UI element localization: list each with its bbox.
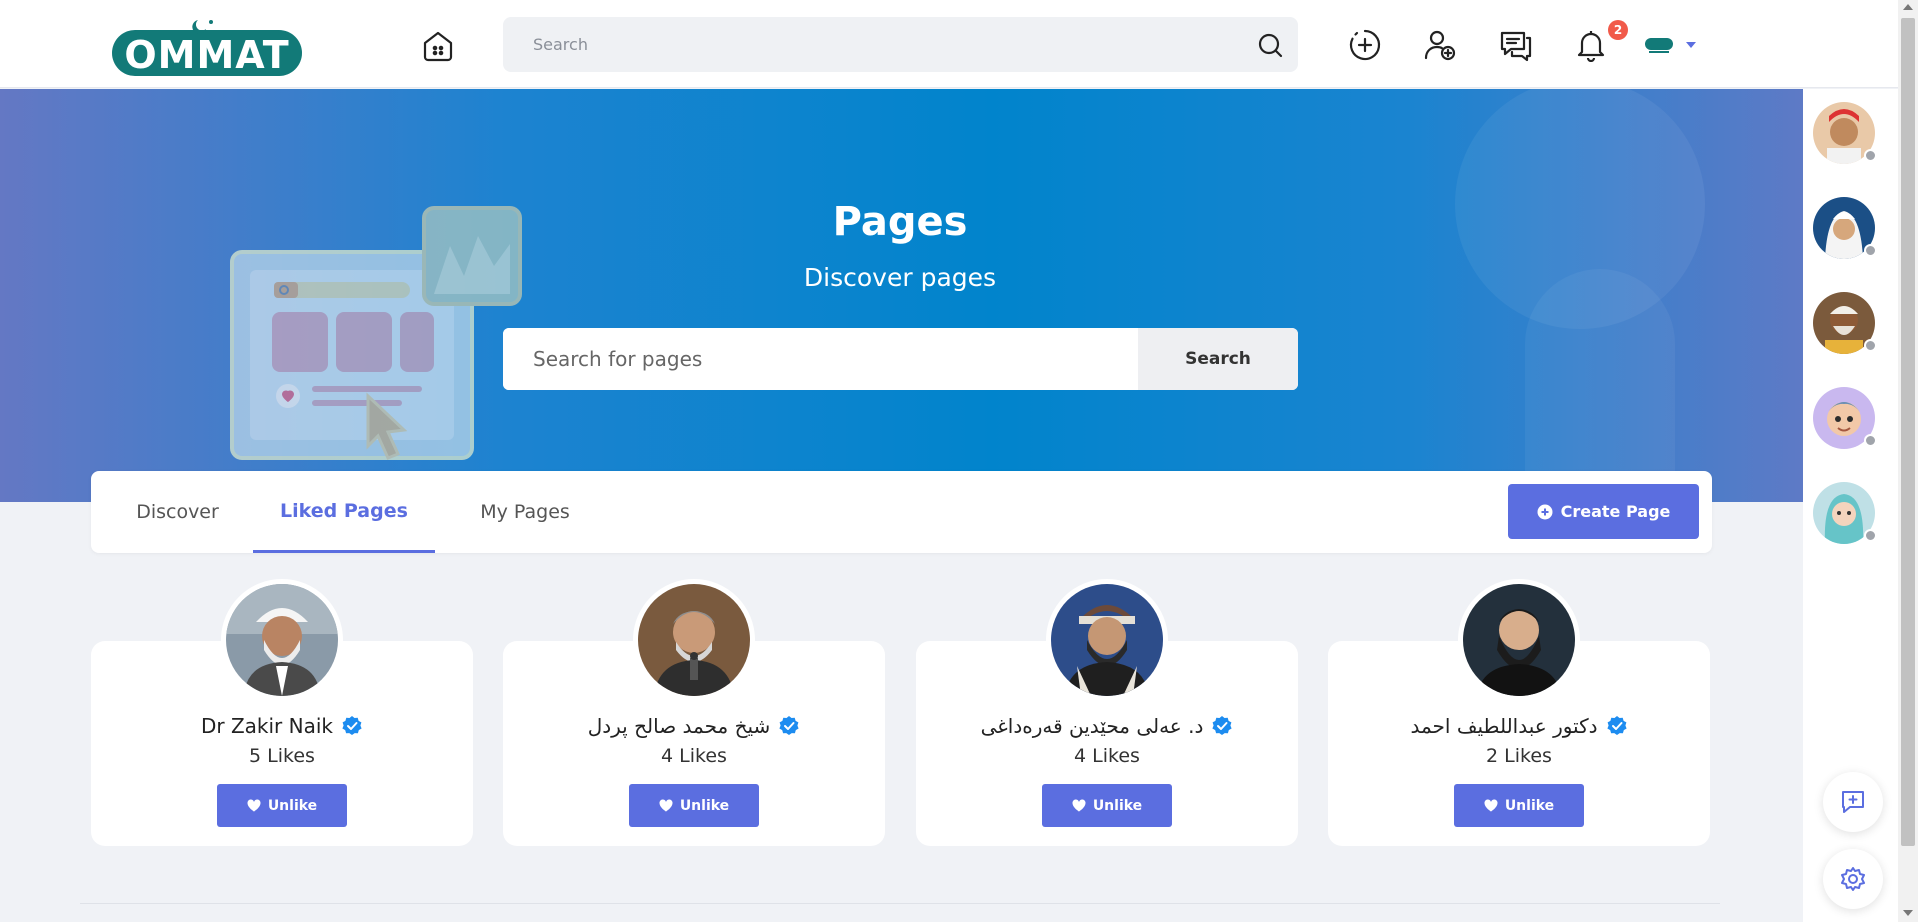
plus-circle-icon <box>1537 504 1553 519</box>
svg-text:OMMAT: OMMAT <box>124 33 289 77</box>
verified-badge-icon <box>1606 716 1627 735</box>
search-icon[interactable] <box>1256 31 1284 59</box>
tab-liked-pages[interactable]: Liked Pages <box>253 471 435 553</box>
offline-status-dot <box>1864 339 1877 352</box>
verified-badge-icon <box>779 716 799 735</box>
page-name[interactable]: شیخ محمد صالح پردل <box>588 714 771 738</box>
page-subtitle: Discover pages <box>803 263 997 292</box>
chat-plus-icon <box>1842 791 1864 813</box>
pages-search-input[interactable] <box>503 328 1138 390</box>
footer-divider <box>80 903 1720 904</box>
pages-illustration <box>228 206 528 466</box>
top-header: OMMAT Search 2 <box>0 0 1898 88</box>
home-icon[interactable] <box>418 26 458 66</box>
contact-avatar[interactable] <box>1813 482 1877 544</box>
page-avatar[interactable] <box>633 579 755 701</box>
contact-avatar[interactable] <box>1813 292 1877 354</box>
unlike-button[interactable]: Unlike <box>1042 784 1172 827</box>
page-likes: 4 Likes <box>1074 745 1140 767</box>
page-avatar[interactable] <box>1046 579 1168 701</box>
contact-avatar[interactable] <box>1813 197 1877 259</box>
header-search-box[interactable] <box>503 17 1298 72</box>
offline-status-dot <box>1864 434 1877 447</box>
chevron-down-icon[interactable] <box>1686 42 1696 48</box>
unlike-label: Unlike <box>1092 797 1143 814</box>
scroll-up-arrow[interactable] <box>1903 4 1913 10</box>
new-chat-button[interactable] <box>1823 772 1883 832</box>
ommat-logo[interactable]: OMMAT <box>110 16 304 78</box>
create-post-icon[interactable] <box>1345 25 1385 65</box>
unlike-button[interactable]: Unlike <box>217 784 347 827</box>
page-name-row[interactable]: Dr Zakir Naik <box>91 714 473 738</box>
page-name-row[interactable]: دکتور عبداللطیف احمد <box>1328 714 1710 738</box>
page-name[interactable]: د. عەلی محێدین قەرەداغی <box>981 714 1204 738</box>
heart-icon <box>659 799 673 812</box>
pages-tabs-bar: Discover Liked Pages My Pages Create Pag… <box>91 471 1712 553</box>
messages-icon[interactable] <box>1496 25 1536 65</box>
header-search-input[interactable] <box>503 17 1298 72</box>
decorative-shape <box>1525 269 1675 502</box>
hero-banner: Pages Discover pages Search <box>0 89 1803 502</box>
offline-status-dot <box>1864 244 1877 257</box>
page-likes: 4 Likes <box>661 745 727 767</box>
unlike-label: Unlike <box>679 797 730 814</box>
offline-status-dot <box>1864 529 1877 542</box>
user-avatar <box>1645 38 1673 53</box>
settings-button[interactable] <box>1823 849 1883 909</box>
create-page-label: Create Page <box>1560 502 1671 521</box>
unlike-button[interactable]: Unlike <box>629 784 759 827</box>
page-name-row[interactable]: شیخ محمد صالح پردل <box>503 714 885 738</box>
page-avatar[interactable] <box>1458 579 1580 701</box>
heart-icon <box>1484 799 1498 812</box>
heart-icon <box>1072 799 1086 812</box>
scroll-down-arrow[interactable] <box>1903 910 1913 916</box>
add-friend-icon[interactable] <box>1420 25 1460 65</box>
verified-badge-icon <box>342 716 362 735</box>
scrollbar-thumb[interactable] <box>1901 18 1915 846</box>
page-name-row[interactable]: د. عەلی محێدین قەرەداغی <box>916 714 1298 738</box>
offline-status-dot <box>1864 149 1877 162</box>
notifications-badge: 2 <box>1608 20 1628 40</box>
gear-icon <box>1841 867 1865 891</box>
unlike-label: Unlike <box>267 797 318 814</box>
page-name[interactable]: Dr Zakir Naik <box>201 714 333 738</box>
user-menu[interactable] <box>1644 30 1700 60</box>
page-title: Pages <box>832 199 968 245</box>
heart-icon <box>247 799 261 812</box>
page-avatar[interactable] <box>221 579 343 701</box>
tab-discover[interactable]: Discover <box>91 471 264 553</box>
unlike-button[interactable]: Unlike <box>1454 784 1584 827</box>
verified-badge-icon <box>1212 716 1232 735</box>
page-likes: 5 Likes <box>249 745 315 767</box>
tab-my-pages[interactable]: My Pages <box>445 471 605 553</box>
pages-search-button[interactable]: Search <box>1138 328 1298 390</box>
page-name[interactable]: دکتور عبداللطیف احمد <box>1410 714 1597 738</box>
contact-avatar[interactable] <box>1813 102 1877 164</box>
notifications-bell-icon[interactable] <box>1571 25 1611 65</box>
unlike-label: Unlike <box>1504 797 1555 814</box>
create-page-button[interactable]: Create Page <box>1508 484 1699 539</box>
contact-avatar[interactable] <box>1813 387 1877 449</box>
page-likes: 2 Likes <box>1486 745 1552 767</box>
pages-search-bar: Search <box>503 328 1298 390</box>
